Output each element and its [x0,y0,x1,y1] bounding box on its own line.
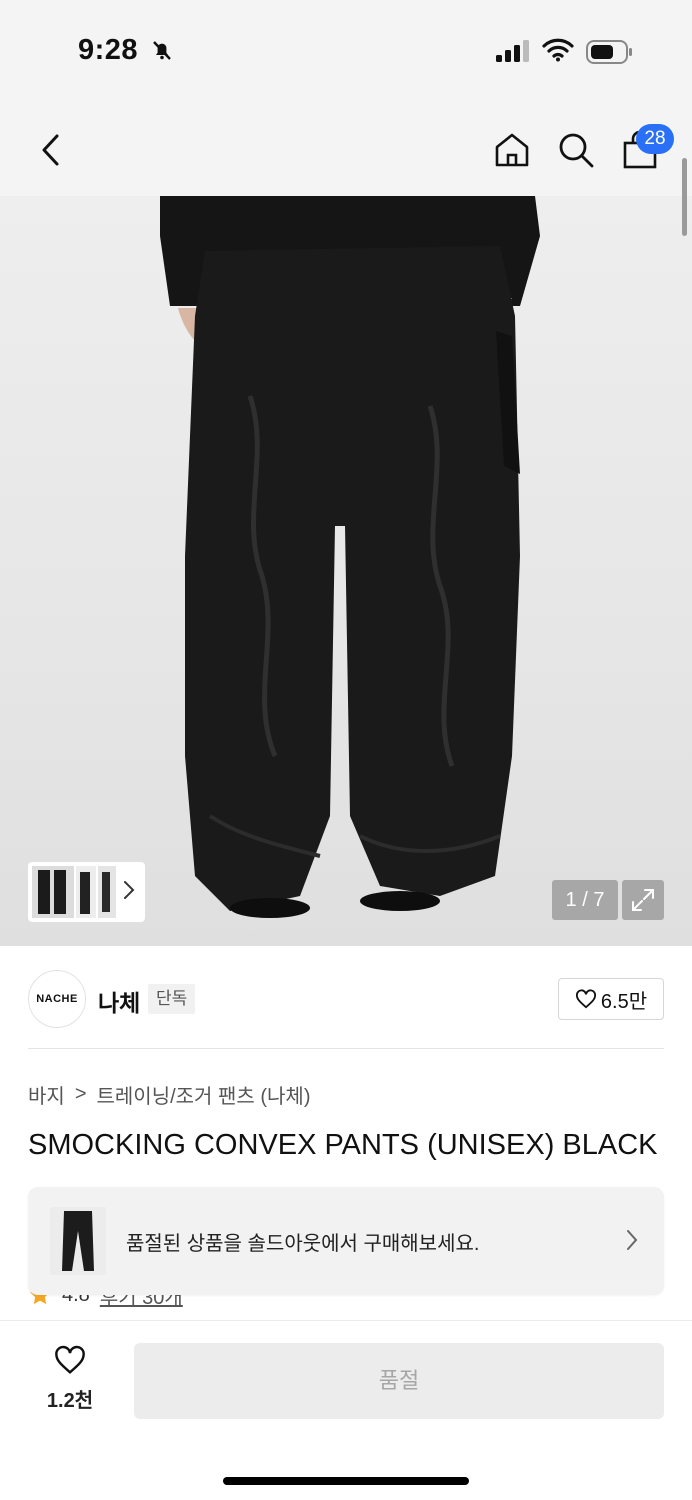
expand-image-button[interactable] [622,880,664,920]
cart-count-badge: 28 [636,124,674,154]
product-image[interactable] [0,196,692,946]
brand-like-count: 6.5만 [600,990,648,1013]
breadcrumb-separator: > [74,1083,87,1105]
heart-icon [575,989,596,1009]
wishlist-count: 1.2천 [46,1390,94,1412]
home-button[interactable] [490,128,534,172]
expand-icon [632,889,654,911]
brand-like-button[interactable]: 6.5만 [558,978,664,1020]
soldout-suggestion-text: 품절된 상품을 솔드아웃에서 구매해보세요. [126,1233,480,1255]
soldout-suggestion-banner[interactable]: 품절된 상품을 솔드아웃에서 구매해보세요. [28,1187,664,1295]
exclusive-badge: 단독 [148,984,196,1014]
battery-icon [586,40,634,69]
cellular-signal-icon [496,40,530,67]
status-time: 9:28 [78,34,139,66]
brand-row: NACHE 나체 단독 6.5만 [28,970,664,1028]
brand-logo[interactable]: NACHE [28,970,86,1028]
scrollbar[interactable] [682,158,687,236]
image-page-counter: 1 / 7 [552,880,618,920]
chevron-left-icon [42,134,59,166]
soldout-button[interactable]: 품절 [134,1343,664,1419]
brand-name[interactable]: 나체 [98,984,140,1018]
breadcrumb-category[interactable]: 바지 [28,1080,65,1109]
bottom-action-bar: 1.2천 품절 [0,1320,692,1500]
wifi-icon [542,38,574,67]
top-nav-bar [0,100,692,196]
breadcrumb-subcategory[interactable]: 트레이닝/조거 팬츠 (나체) [97,1080,311,1109]
divider [28,1048,664,1049]
search-icon [559,133,594,168]
search-button[interactable] [554,128,598,172]
product-title: SMOCKING CONVEX PANTS (UNISEX) BLACK [28,1129,658,1161]
product-thumbnail [50,1207,106,1275]
image-thumbnail-strip[interactable] [28,862,145,922]
chevron-right-icon [124,881,135,899]
status-bar: 9:28 [0,0,692,100]
home-icon [495,133,529,167]
back-button[interactable] [30,130,70,170]
home-indicator [223,1477,469,1485]
wishlist-button[interactable]: 1.2천 [40,1345,100,1413]
thumbnail-images [32,866,116,918]
black-pants-photo [160,196,540,918]
breadcrumb: 바지 > 트레이닝/조거 팬츠 (나체) [28,1080,311,1109]
bell-muted-icon [150,38,174,67]
heart-icon [55,1345,85,1374]
chevron-right-icon [627,1230,638,1250]
